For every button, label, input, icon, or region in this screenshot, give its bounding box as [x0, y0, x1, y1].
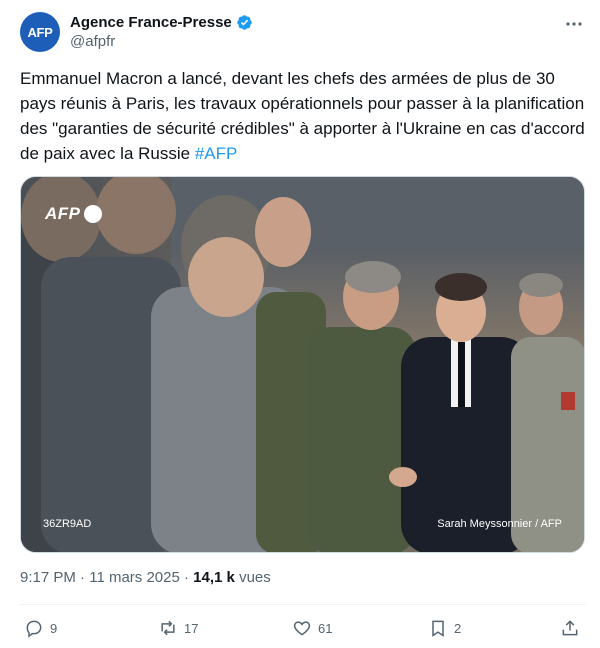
- repost-icon: [161, 620, 175, 636]
- hashtag-link[interactable]: #AFP: [195, 144, 238, 163]
- reply-button[interactable]: 9: [24, 618, 57, 638]
- repost-count: 17: [184, 620, 199, 636]
- heart-icon: [293, 621, 311, 636]
- more-options-icon[interactable]: [564, 16, 584, 32]
- tweet-time[interactable]: 9:17 PM: [20, 569, 76, 586]
- name-row: Agence France-Presse: [70, 14, 253, 31]
- photo-id: 36ZR9AD: [43, 518, 92, 530]
- bookmark-count: 2: [454, 620, 462, 636]
- photo-illustration: [21, 177, 584, 552]
- reply-count: 9: [50, 620, 58, 636]
- tweet-header: AFP Agence France-Presse @afpfr: [20, 12, 586, 56]
- afp-watermark: AFP: [45, 204, 102, 224]
- handle[interactable]: @afpfr: [70, 33, 253, 50]
- afp-watermark-text: AFP: [45, 204, 81, 223]
- divider: [20, 604, 586, 605]
- share-button[interactable]: [560, 618, 580, 638]
- tweet-text: Emmanuel Macron a lancé, devant les chef…: [20, 66, 586, 166]
- tweet-photo[interactable]: AFP 36ZR9AD Sarah Meyssonnier / AFP: [20, 176, 585, 553]
- bookmark-icon: [432, 620, 444, 637]
- views-count: 14,1 k: [193, 569, 235, 586]
- like-button[interactable]: 61: [292, 618, 332, 638]
- like-count: 61: [318, 620, 333, 636]
- action-bar: 9 17 61 2: [20, 614, 586, 642]
- afp-dot-icon: [83, 205, 102, 223]
- meta-separator: ·: [184, 569, 189, 586]
- views-label: vues: [239, 569, 271, 586]
- tweet-body: Emmanuel Macron a lancé, devant les chef…: [20, 69, 585, 163]
- tweet-meta: 9:17 PM · 11 mars 2025 · 14,1 k vues: [20, 569, 271, 586]
- author-block: Agence France-Presse @afpfr: [70, 14, 253, 50]
- avatar[interactable]: AFP: [20, 12, 60, 52]
- display-name[interactable]: Agence France-Presse: [70, 14, 232, 31]
- share-icon: [562, 620, 578, 636]
- photo-credit: Sarah Meyssonnier / AFP: [437, 518, 562, 530]
- bookmark-button[interactable]: 2: [428, 618, 461, 638]
- tweet-date[interactable]: 11 mars 2025: [89, 569, 180, 586]
- repost-button[interactable]: 17: [158, 618, 198, 638]
- meta-separator: ·: [80, 569, 86, 586]
- verified-badge-icon: [236, 15, 252, 30]
- reply-icon: [26, 620, 42, 638]
